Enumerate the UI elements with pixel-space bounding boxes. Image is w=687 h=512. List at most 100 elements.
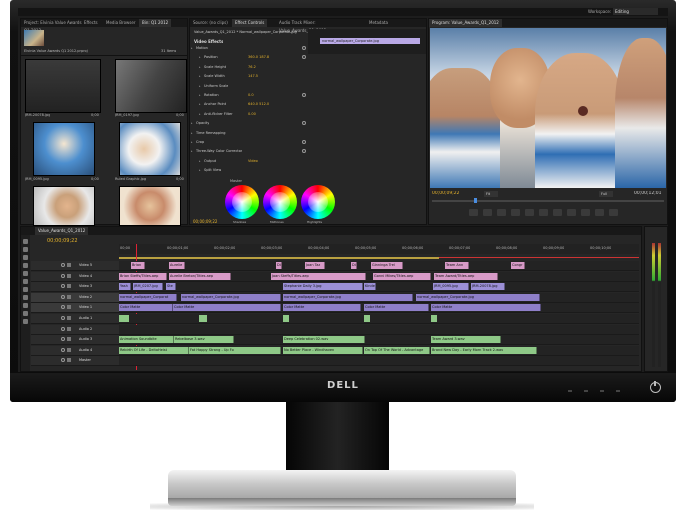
timeline-clip-v4[interactable]: Joan Steffs/Titles.aep bbox=[271, 272, 366, 280]
timeline-clip-v2[interactable]: normal_wallpaper_Corporate.jpg bbox=[416, 293, 540, 301]
slip-tool-icon[interactable] bbox=[23, 287, 28, 292]
timeline-clip-v1[interactable]: Color Matte bbox=[173, 304, 281, 312]
timeline-clip-a1[interactable] bbox=[119, 315, 129, 322]
tab-source[interactable]: Source: (no clips) bbox=[190, 19, 231, 27]
expand-chevron-icon[interactable]: ▸ bbox=[199, 159, 201, 163]
timeline-clip-v5[interactable]: Ginninga Trel bbox=[371, 262, 403, 269]
expand-chevron-icon[interactable]: ▸ bbox=[199, 84, 201, 88]
export-frame-icon[interactable] bbox=[609, 209, 618, 216]
reset-icon[interactable] bbox=[302, 149, 306, 154]
tab-project[interactable]: Project: Elvinia Value Awards Q1 2012 bbox=[21, 19, 85, 33]
effect-property-value[interactable]: Video bbox=[248, 159, 258, 163]
timeline-clip-v3[interactable]: JRM_0095.jpg bbox=[433, 283, 469, 291]
ripple-edit-tool-icon[interactable] bbox=[23, 255, 28, 260]
toggle-output-icon[interactable] bbox=[61, 305, 65, 310]
expand-chevron-icon[interactable]: ▸ bbox=[199, 65, 201, 69]
timeline-clip-v4[interactable]: Team Award/Titles.aep bbox=[434, 272, 498, 280]
expand-chevron-icon[interactable]: ▸ bbox=[199, 168, 201, 172]
toggle-output-icon[interactable] bbox=[61, 347, 65, 352]
track-header[interactable]: Audio 1 bbox=[31, 314, 119, 324]
monitor-button-1[interactable] bbox=[568, 390, 572, 392]
timeline-clip-v5[interactable]: Brian bbox=[131, 262, 145, 269]
step-back-icon[interactable] bbox=[525, 209, 534, 216]
track-header[interactable]: Audio 4 bbox=[31, 345, 119, 356]
fit-select[interactable]: Fit bbox=[484, 191, 498, 197]
timeline-clip-v5[interactable]: Aurelie bbox=[169, 262, 185, 269]
timeline-clip-v5[interactable]: Dix bbox=[276, 262, 282, 269]
toggle-output-icon[interactable] bbox=[61, 284, 65, 289]
lock-icon[interactable] bbox=[67, 294, 71, 299]
monitor-button-4[interactable] bbox=[616, 390, 620, 392]
timeline-clip-v2[interactable]: normal_wallpaper_Corporate.jpg bbox=[283, 293, 413, 301]
midtones-wheel[interactable] bbox=[263, 185, 297, 219]
quality-select[interactable]: Full bbox=[599, 191, 613, 197]
bin-item-thumbnail[interactable] bbox=[119, 122, 181, 176]
toggle-output-icon[interactable] bbox=[61, 337, 65, 342]
track-header[interactable]: Video 3 bbox=[31, 282, 119, 293]
tab-audio-mixer[interactable]: Audio Track Mixer: Value_Awards_Q1_2012 bbox=[276, 19, 360, 33]
monitor-button-2[interactable] bbox=[584, 390, 588, 392]
toggle-output-icon[interactable] bbox=[61, 358, 65, 363]
effect-property-value[interactable]: 360.0 187.8 bbox=[248, 55, 269, 59]
timeline-clip-v4[interactable]: Brian Steffs/Titles.aep bbox=[119, 272, 167, 280]
effect-property-value[interactable]: 0.00 bbox=[248, 112, 256, 116]
track-header[interactable]: Video 1 bbox=[31, 303, 119, 314]
bin-item-thumbnail[interactable] bbox=[115, 59, 187, 113]
expand-chevron-icon[interactable]: ▸ bbox=[191, 46, 193, 50]
expand-chevron-icon[interactable]: ▸ bbox=[199, 112, 201, 116]
bin-item-thumbnail[interactable] bbox=[25, 59, 101, 113]
tab-media-browser[interactable]: Media Browser bbox=[103, 19, 139, 27]
rolling-edit-tool-icon[interactable] bbox=[23, 263, 28, 268]
timeline-clip-a1[interactable] bbox=[283, 315, 289, 322]
marker-icon[interactable] bbox=[469, 209, 478, 216]
track-header[interactable]: Audio 3 bbox=[31, 335, 119, 346]
go-to-out-icon[interactable] bbox=[567, 209, 576, 216]
extract-icon[interactable] bbox=[595, 209, 604, 216]
timeline-clip-a4[interactable]: On Top Of The World - Advantage bbox=[364, 346, 430, 354]
timeline-clip-a3[interactable]: Animation Soundbite bbox=[119, 336, 174, 344]
timeline-clip-v2[interactable]: normal_wallpaper_Corporat bbox=[119, 293, 177, 301]
expand-chevron-icon[interactable]: ▸ bbox=[191, 131, 193, 135]
toggle-output-icon[interactable] bbox=[61, 263, 65, 267]
lock-icon[interactable] bbox=[67, 337, 71, 342]
timeline-clip-a4[interactable]: Rebirth Of Life - DeltaHeist bbox=[119, 346, 189, 354]
rate-stretch-tool-icon[interactable] bbox=[23, 271, 28, 276]
reset-icon[interactable] bbox=[302, 121, 306, 126]
program-scrubber[interactable] bbox=[432, 200, 664, 202]
expand-chevron-icon[interactable]: ▸ bbox=[199, 74, 201, 78]
in-point-icon[interactable] bbox=[483, 209, 492, 216]
effect-property-value[interactable]: 147.5 bbox=[248, 74, 258, 78]
timeline-clip-v5[interactable]: Joan Taz bbox=[305, 262, 325, 269]
timeline-clip-a3[interactable]: Team Award 3.wav bbox=[431, 336, 501, 344]
workspace-select[interactable]: Editing bbox=[613, 8, 658, 15]
timeline-clip-a1[interactable] bbox=[431, 315, 437, 322]
go-to-in-icon[interactable] bbox=[511, 209, 520, 216]
timeline-clip-v4[interactable]: Aurelie Breton/Titles.aep bbox=[169, 272, 231, 280]
reset-icon[interactable] bbox=[302, 140, 306, 144]
lock-icon[interactable] bbox=[67, 316, 71, 320]
bin-item-thumbnail[interactable] bbox=[33, 186, 95, 226]
lock-icon[interactable] bbox=[67, 263, 71, 267]
effect-clip-bar[interactable]: normal_wallpaper_Corporate.jpg bbox=[320, 38, 420, 44]
tab-effect-controls[interactable]: Effect Controls bbox=[232, 19, 268, 27]
timeline-clip-v1[interactable]: Color Matte bbox=[364, 304, 429, 312]
zoom-tool-icon[interactable] bbox=[23, 319, 28, 324]
reset-icon[interactable] bbox=[302, 46, 306, 50]
work-area-bar[interactable] bbox=[119, 257, 439, 259]
timeline-clip-a4[interactable]: Fat Happy Strang - Up Fo bbox=[189, 346, 281, 354]
timeline-clip-v1[interactable]: Color Matte bbox=[119, 304, 173, 312]
track-header[interactable]: Video 2 bbox=[31, 292, 119, 303]
reset-icon[interactable] bbox=[302, 55, 306, 60]
lock-icon[interactable] bbox=[67, 305, 71, 310]
monitor-button-3[interactable] bbox=[600, 390, 604, 392]
toggle-output-icon[interactable] bbox=[61, 273, 65, 278]
lock-icon[interactable] bbox=[67, 284, 71, 289]
effect-property-value[interactable]: 0.0 bbox=[248, 93, 254, 97]
timeline-clip-v5[interactable]: Team Ann bbox=[445, 262, 469, 269]
track-header[interactable]: Master bbox=[31, 356, 119, 367]
slide-tool-icon[interactable] bbox=[23, 295, 28, 300]
bin-item-thumbnail[interactable] bbox=[33, 122, 95, 176]
tab-sequence[interactable]: Value_Awards_Q1_2012 bbox=[35, 227, 89, 235]
shadows-wheel[interactable] bbox=[225, 185, 259, 219]
lock-icon[interactable] bbox=[67, 358, 71, 363]
